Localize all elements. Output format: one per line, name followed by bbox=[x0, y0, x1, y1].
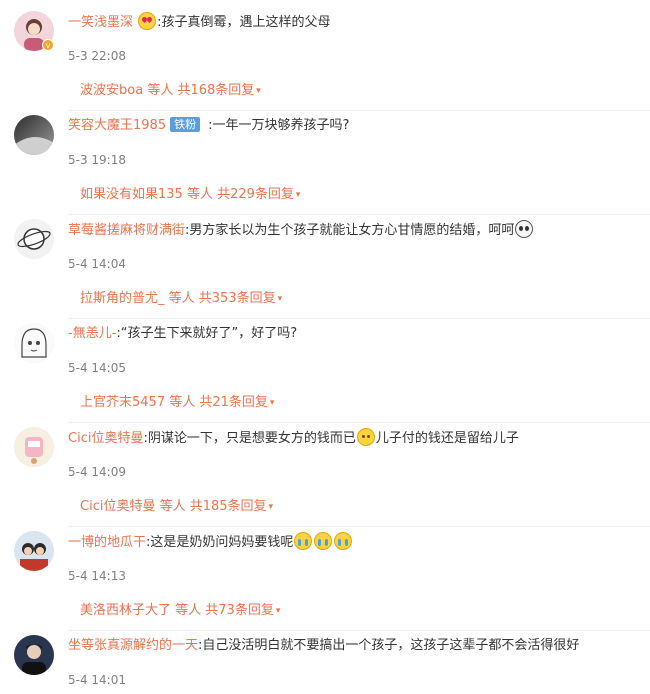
reply-user: 美洛西林子大了 bbox=[80, 603, 172, 618]
reply-count: 共229条回复 bbox=[217, 187, 294, 202]
reply-summary-link[interactable]: 拉斯角的普尤_ 等人 共353条回复 ▾ bbox=[80, 290, 282, 308]
caret-down-icon: ▾ bbox=[256, 86, 261, 96]
reply-count: 共73条回复 bbox=[205, 603, 274, 618]
reply-count: 共21条回复 bbox=[199, 395, 268, 410]
caret-down-icon: ▾ bbox=[275, 606, 281, 616]
caret-down-icon: ▾ bbox=[295, 190, 301, 200]
divider bbox=[68, 422, 650, 423]
comment-time: 5-4 14:04 bbox=[68, 257, 126, 271]
caret-down-icon: ▾ bbox=[277, 294, 283, 304]
comment-text-continued: 儿子付的钱还是留给儿子 bbox=[375, 431, 519, 446]
avatar[interactable] bbox=[14, 427, 54, 467]
reply-user: 上官芥末5457 bbox=[80, 395, 166, 410]
comment-username[interactable]: 笑容大魔王1985 bbox=[68, 118, 166, 133]
reply-user: 如果没有如果135 bbox=[80, 187, 183, 202]
crying-emoji-icon bbox=[314, 532, 333, 550]
comment-text: :孩子真倒霉，遇上这样的父母 bbox=[157, 15, 331, 30]
crying-emoji-icon bbox=[294, 532, 313, 550]
comment-item: 草莓酱搓麻将财满街:男方家长以为生个孩子就能让女方心甘情愿的结婚，呵呵 5-4 … bbox=[0, 218, 650, 322]
reply-user: Cici位奥特曼 bbox=[80, 499, 156, 514]
divider bbox=[68, 214, 650, 215]
comment-time: 5-3 22:08 bbox=[68, 49, 126, 63]
comment-text: :一年一万块够养孩子吗? bbox=[208, 118, 350, 133]
reply-summary-link[interactable]: Cici位奥特曼 等人 共185条回复 ▾ bbox=[80, 498, 273, 516]
comment-text: :自己没活明白就不要搞出一个孩子，这孩子这辈子都不会活得很好 bbox=[198, 638, 580, 653]
comment-username[interactable]: -無恙儿- bbox=[68, 326, 116, 341]
comment-username[interactable]: 一博的地瓜干 bbox=[68, 535, 146, 550]
reply-summary-link[interactable]: 如果没有如果135 等人 共229条回复 ▾ bbox=[80, 186, 300, 204]
comment-item: 坐等张真源解约的一天:自己没活明白就不要搞出一个孩子，这孩子这辈子都不会活得很好… bbox=[0, 634, 650, 694]
comment-text: :男方家长以为生个孩子就能让女方心甘情愿的结婚，呵呵 bbox=[185, 223, 515, 238]
comment-item: Cici位奥特曼:阴谋论一下，只是想要女方的钱而已 儿子付的钱还是留给儿子 5-4… bbox=[0, 426, 650, 530]
comment-username[interactable]: 一笑浅墨深 bbox=[68, 15, 133, 30]
fan-badge: 铁粉 bbox=[170, 117, 201, 132]
reply-mid: 等人 bbox=[164, 291, 199, 306]
reply-mid: 等人 bbox=[143, 83, 178, 98]
smiley-emoji-icon bbox=[356, 428, 375, 446]
comment-time: 5-4 14:01 bbox=[68, 673, 126, 687]
avatar[interactable] bbox=[14, 635, 54, 675]
comment-text: :阴谋论一下，只是想要女方的钱而已 bbox=[143, 431, 356, 446]
comment-text: :这是是奶奶问妈妈要钱呢 bbox=[146, 535, 294, 550]
comment-username[interactable]: 草莓酱搓麻将财满街 bbox=[68, 223, 185, 238]
reply-count: 共185条回复 bbox=[189, 499, 267, 514]
comment-username[interactable]: 坐等张真源解约的一天 bbox=[68, 638, 198, 653]
divider bbox=[68, 110, 650, 111]
reply-count: 共353条回复 bbox=[198, 291, 276, 306]
divider bbox=[68, 630, 650, 631]
comment-item: 笑容大魔王1985 铁粉 :一年一万块够养孩子吗? 5-3 19:18 如果没有如果… bbox=[0, 114, 650, 218]
crying-emoji-icon bbox=[334, 532, 353, 550]
caret-down-icon: ▾ bbox=[268, 502, 274, 512]
reply-mid: 等人 bbox=[182, 187, 218, 202]
comment-username[interactable]: Cici位奥特曼 bbox=[68, 431, 143, 446]
reply-user: 波波安boa bbox=[80, 83, 144, 98]
reply-summary-link[interactable]: 美洛西林子大了 等人 共73条回复 ▾ bbox=[80, 602, 280, 620]
reply-user: 拉斯角的普尤_ bbox=[80, 291, 165, 306]
panda-emoji-icon bbox=[515, 220, 534, 238]
reply-mid: 等人 bbox=[165, 395, 200, 410]
avatar[interactable] bbox=[14, 219, 54, 259]
verified-icon: v bbox=[42, 39, 54, 51]
divider bbox=[68, 318, 650, 319]
comment-time: 5-4 14:09 bbox=[68, 465, 126, 479]
reply-summary-link[interactable]: 上官芥末5457 等人 共21条回复 ▾ bbox=[80, 394, 274, 412]
comment-text: :“孩子生下来就好了”，好了吗? bbox=[116, 326, 298, 341]
heart-eyes-emoji-icon bbox=[138, 12, 157, 30]
caret-down-icon: ▾ bbox=[269, 398, 275, 408]
comment-item: 一博的地瓜干:这是是奶奶问妈妈要钱呢 5-4 14:13 美洛西林子大了 等人 … bbox=[0, 530, 650, 634]
avatar[interactable] bbox=[14, 115, 54, 155]
comment-time: 5-4 14:05 bbox=[68, 361, 126, 375]
avatar[interactable] bbox=[14, 323, 54, 363]
divider bbox=[68, 526, 650, 527]
comment-time: 5-4 14:13 bbox=[68, 569, 126, 583]
reply-mid: 等人 bbox=[171, 603, 206, 618]
reply-mid: 等人 bbox=[155, 499, 190, 514]
comment-item: v 一笑浅墨深 :孩子真倒霉，遇上这样的父母 5-3 22:08 波波安boa … bbox=[0, 10, 650, 114]
reply-count: 共168条回复 bbox=[177, 83, 255, 98]
reply-summary-link[interactable]: 波波安boa 等人 共168条回复 ▾ bbox=[80, 82, 261, 100]
comment-time: 5-3 19:18 bbox=[68, 153, 126, 167]
comment-item: -無恙儿-:“孩子生下来就好了”，好了吗? 5-4 14:05 上官芥末5457… bbox=[0, 322, 650, 426]
avatar[interactable] bbox=[14, 531, 54, 571]
